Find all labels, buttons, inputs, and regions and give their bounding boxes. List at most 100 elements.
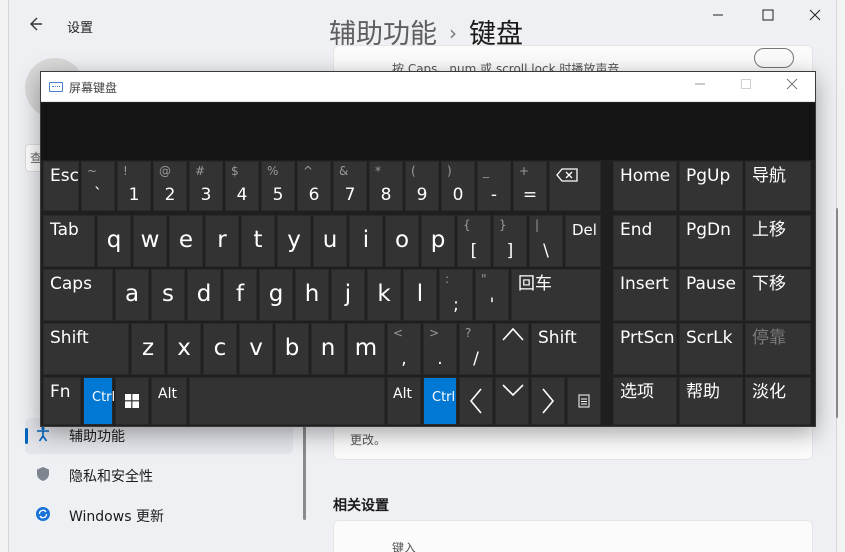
key-del[interactable]: Del xyxy=(565,215,601,267)
key-right-alt[interactable]: Alt xyxy=(387,377,421,425)
key-pgdn[interactable]: PgDn xyxy=(679,215,743,267)
key-n[interactable]: n xyxy=(311,323,345,375)
key-nav[interactable]: 导航 xyxy=(745,161,811,211)
key-space[interactable] xyxy=(189,377,385,425)
key-y[interactable]: y xyxy=(277,215,311,267)
key-left-alt[interactable]: Alt xyxy=(151,377,187,425)
key-prtscn[interactable]: PrtScn xyxy=(613,323,677,375)
key-comma[interactable]: <, xyxy=(387,323,421,375)
back-arrow-icon[interactable] xyxy=(25,14,47,36)
key-6[interactable]: ^ 6 xyxy=(297,161,331,211)
key-fn[interactable]: Fn xyxy=(43,377,81,425)
osk-titlebar[interactable]: 屏幕键盘 xyxy=(41,72,815,102)
key-quote[interactable]: " ' xyxy=(475,269,509,321)
key-a[interactable]: a xyxy=(115,269,149,321)
key-o[interactable]: o xyxy=(385,215,419,267)
key-backspace[interactable] xyxy=(549,161,601,211)
key-period[interactable]: >. xyxy=(423,323,457,375)
key-end[interactable]: End xyxy=(613,215,677,267)
accessibility-icon xyxy=(25,426,61,446)
key-enter[interactable]: 回车 xyxy=(511,269,601,321)
key-d[interactable]: d xyxy=(187,269,221,321)
key-pause[interactable]: Pause xyxy=(679,269,743,321)
key-8[interactable]: * 8 xyxy=(369,161,403,211)
close-button[interactable] xyxy=(804,8,826,26)
key-b[interactable]: b xyxy=(275,323,309,375)
osk-minimize-button[interactable] xyxy=(687,76,713,98)
key-arrow-left[interactable] xyxy=(459,377,493,425)
key-c[interactable]: c xyxy=(203,323,237,375)
key-v[interactable]: v xyxy=(239,323,273,375)
key-k[interactable]: k xyxy=(367,269,401,321)
key-semicolon[interactable]: :; xyxy=(439,269,473,321)
key-5[interactable]: % 5 xyxy=(261,161,295,211)
key-right-bracket[interactable]: }] xyxy=(493,215,527,267)
related-setting-card[interactable]: 键入 xyxy=(333,520,813,552)
key-l[interactable]: l xyxy=(403,269,437,321)
key-m[interactable]: m xyxy=(347,323,385,375)
key-i[interactable]: i xyxy=(349,215,383,267)
key-x[interactable]: x xyxy=(167,323,201,375)
key-options[interactable]: 选项 xyxy=(613,377,677,425)
key-backslash[interactable]: | \ xyxy=(529,215,563,267)
key-equals[interactable]: + = xyxy=(513,161,547,211)
key-scrlk[interactable]: ScrLk xyxy=(679,323,743,375)
key-fade[interactable]: 淡化 xyxy=(745,377,811,425)
key-3[interactable]: #3 xyxy=(189,161,223,211)
key-4[interactable]: $4 xyxy=(225,161,259,211)
key-g[interactable]: g xyxy=(259,269,293,321)
osk-close-button[interactable] xyxy=(779,76,805,98)
key-slash[interactable]: ? / xyxy=(459,323,493,375)
key-s[interactable]: s xyxy=(151,269,185,321)
sidebar-item-windows-update[interactable]: Windows 更新 xyxy=(25,498,293,534)
key-arrow-up[interactable] xyxy=(495,323,529,375)
key-esc[interactable]: Esc xyxy=(43,161,79,211)
key-insert[interactable]: Insert xyxy=(613,269,677,321)
key-1[interactable]: ! 1 xyxy=(117,161,151,211)
key-left-shift[interactable]: Shift xyxy=(43,323,129,375)
key-right-ctrl[interactable]: Ctrl xyxy=(423,377,457,425)
key-e[interactable]: e xyxy=(169,215,203,267)
key-minus[interactable]: _ - xyxy=(477,161,511,211)
key-w[interactable]: w xyxy=(133,215,167,267)
key-pgup[interactable]: PgUp xyxy=(679,161,743,211)
key-q[interactable]: q xyxy=(97,215,131,267)
key-h[interactable]: h xyxy=(295,269,329,321)
key-menu[interactable] xyxy=(567,377,601,425)
key-f[interactable]: f xyxy=(223,269,257,321)
arrow-down-icon xyxy=(501,382,525,401)
content-scrollbar[interactable] xyxy=(836,208,838,418)
key-move-down[interactable]: 下移 xyxy=(745,269,811,321)
key-caps[interactable]: Caps xyxy=(43,269,113,321)
key-r[interactable]: r xyxy=(205,215,239,267)
toggle-switch[interactable] xyxy=(754,48,794,68)
key-right-shift[interactable]: Shift xyxy=(531,323,601,375)
key-backtick[interactable]: ~ ` xyxy=(81,161,115,211)
sidebar-item-privacy[interactable]: 隐私和安全性 xyxy=(25,458,293,494)
key-home[interactable]: Home xyxy=(613,161,677,211)
key-move-up[interactable]: 上移 xyxy=(745,215,811,267)
related-settings-heading: 相关设置 xyxy=(333,498,389,514)
key-7[interactable]: & 7 xyxy=(333,161,367,211)
key-9[interactable]: (9 xyxy=(405,161,439,211)
chevron-right-icon: › xyxy=(449,21,457,45)
maximize-button[interactable] xyxy=(757,8,779,26)
key-2[interactable]: @2 xyxy=(153,161,187,211)
key-j[interactable]: j xyxy=(331,269,365,321)
key-left-ctrl[interactable]: Ctrl xyxy=(83,377,115,425)
key-windows[interactable] xyxy=(115,377,149,425)
active-indicator xyxy=(25,428,28,444)
key-arrow-down[interactable] xyxy=(495,377,529,425)
key-u[interactable]: u xyxy=(313,215,347,267)
key-left-bracket[interactable]: {[ xyxy=(457,215,491,267)
key-help[interactable]: 帮助 xyxy=(679,377,743,425)
key-t[interactable]: t xyxy=(241,215,275,267)
key-tab[interactable]: Tab xyxy=(43,215,95,267)
key-arrow-right[interactable] xyxy=(531,377,565,425)
key-0[interactable]: ) 0 xyxy=(441,161,475,211)
key-z[interactable]: z xyxy=(131,323,165,375)
minimize-button[interactable] xyxy=(707,8,729,26)
backspace-icon xyxy=(556,167,578,186)
on-screen-keyboard-window: 屏幕键盘 Esc ~ ` ! 1 @2 #3 $4 % 5 ^ 6 & 7 * 8 (9 )… xyxy=(40,71,816,427)
key-p[interactable]: p xyxy=(421,215,455,267)
